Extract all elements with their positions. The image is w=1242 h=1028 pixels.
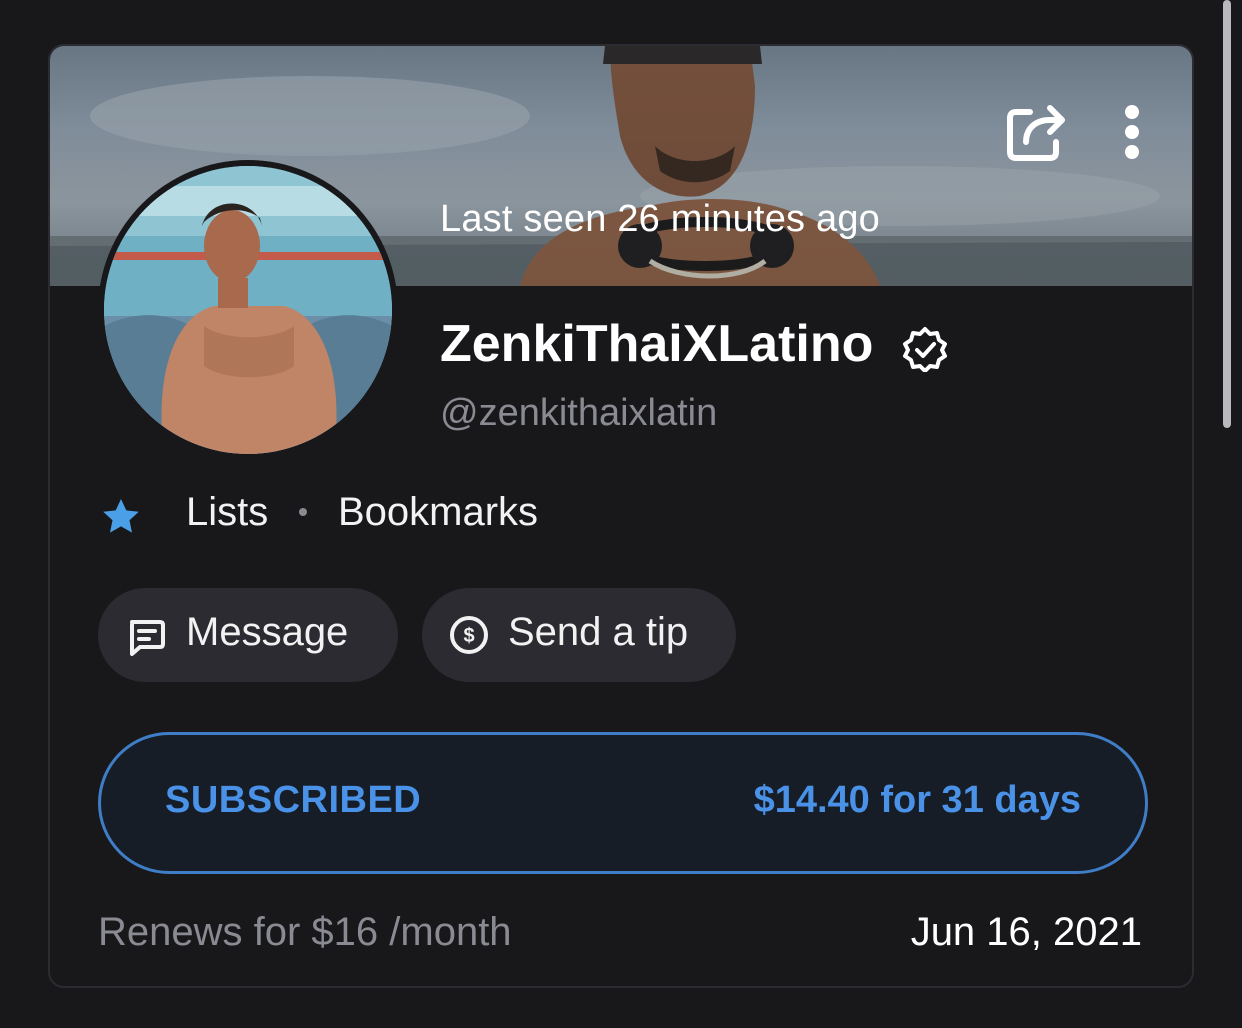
star-icon[interactable] [100,496,142,538]
bookmarks-link[interactable]: Bookmarks [338,490,538,535]
username-handle[interactable]: @zenkithaixlatin [440,392,717,435]
renewal-date: Jun 16, 2021 [910,910,1142,954]
message-label: Message [186,610,349,654]
send-tip-button[interactable]: $ Send a tip [422,588,736,682]
avatar[interactable] [98,160,398,460]
svg-text:$: $ [463,625,474,647]
lists-link[interactable]: Lists [186,490,268,535]
display-name: ZenkiThaiXLatino [440,315,874,373]
subscription-price: $14.40 for 31 days [753,779,1081,821]
profile-card: Last seen 26 minutes ago ZenkiThaiXLatin… [48,44,1194,988]
verified-badge-icon [903,327,947,372]
share-button[interactable] [1000,98,1070,168]
separator-dot [299,508,307,516]
subscribe-button[interactable]: SUBSCRIBED $14.40 for 31 days [98,732,1148,874]
last-seen-text: Last seen 26 minutes ago [440,198,880,240]
dollar-circle-icon: $ [450,616,488,654]
send-tip-label: Send a tip [508,610,689,654]
renewal-text: Renews for $16 /month [98,910,512,954]
more-vertical-icon [1125,105,1139,159]
avatar-image [104,166,392,454]
message-button[interactable]: Message [98,588,398,682]
share-icon [1007,105,1065,161]
scrollbar[interactable] [1223,0,1231,428]
subscription-status: SUBSCRIBED [165,779,422,821]
message-icon [130,620,165,656]
more-options-button[interactable] [1112,102,1152,166]
